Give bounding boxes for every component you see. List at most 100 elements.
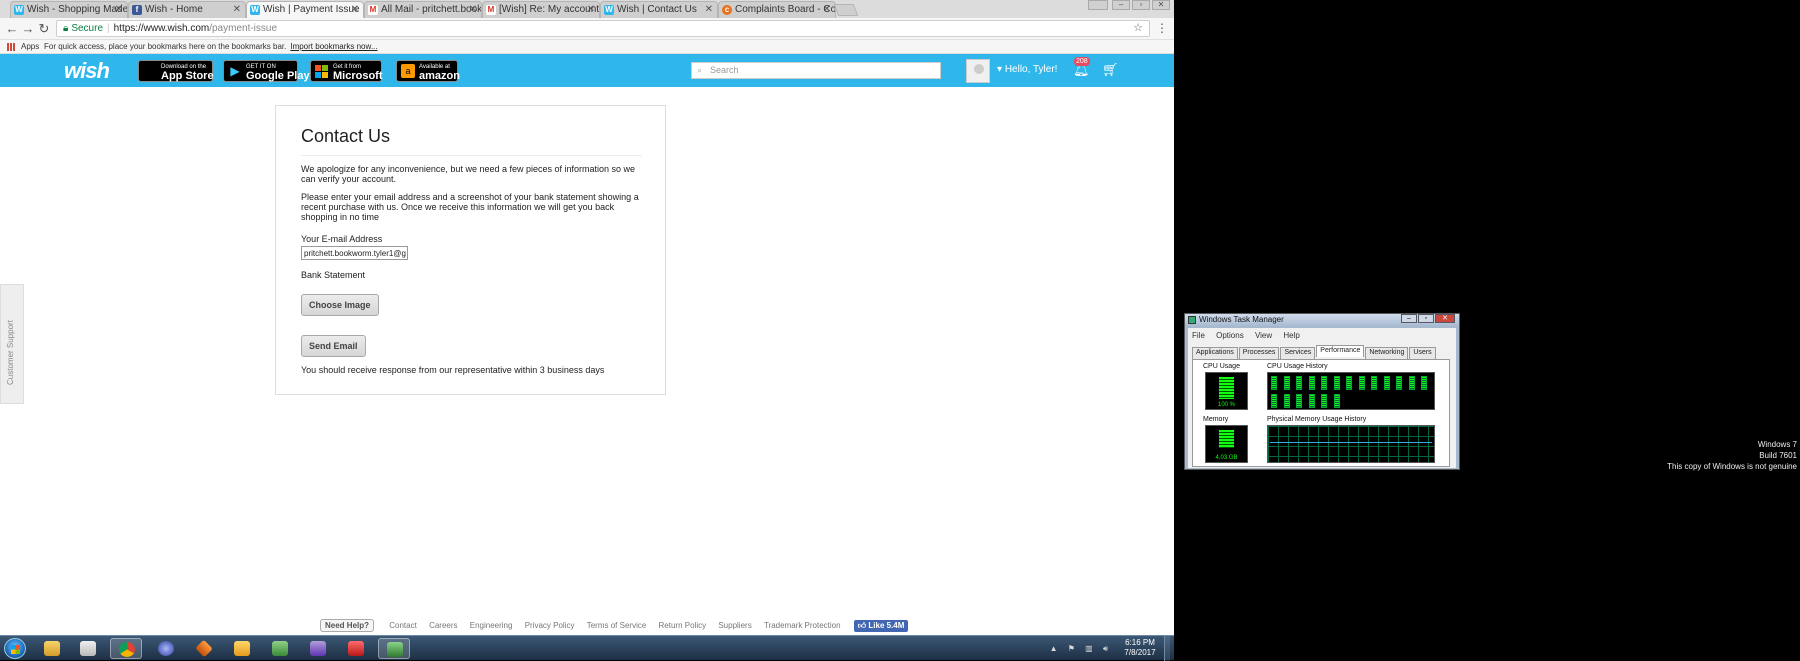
import-bookmarks-link[interactable]: Import bookmarks now... xyxy=(290,42,377,51)
cpu-history-label: CPU Usage History xyxy=(1267,363,1328,370)
menu-dots-icon[interactable]: ⋮ xyxy=(1156,21,1168,35)
tab-users[interactable]: Users xyxy=(1409,347,1436,359)
menu-file[interactable]: File xyxy=(1192,331,1205,340)
wish-logo[interactable]: wish xyxy=(64,58,110,84)
tab-networking[interactable]: Networking xyxy=(1365,347,1409,359)
taskbar-app-blue[interactable] xyxy=(150,638,182,659)
footer-link-return[interactable]: Return Policy xyxy=(659,621,707,630)
taskbar-explorer[interactable] xyxy=(36,638,68,659)
tray-icons[interactable]: ▲ ⚑ ▥ 🔊︎ xyxy=(1050,644,1112,654)
taskbar-task-manager[interactable] xyxy=(378,638,410,659)
maximize-icon[interactable]: ▫ xyxy=(1132,0,1150,10)
apps-link[interactable]: Apps xyxy=(21,40,39,53)
task-manager-window-controls: – ▫ ✕ xyxy=(1401,314,1455,323)
close-icon[interactable]: ✕ xyxy=(1435,314,1455,323)
minimize-icon[interactable]: – xyxy=(1401,314,1417,323)
menu-view[interactable]: View xyxy=(1255,331,1272,340)
avatar[interactable] xyxy=(966,59,990,83)
browser-toolbar: ← → ↻ 🔒︎ Secure | https://www.wish.com/paym… xyxy=(0,18,1174,40)
wish-icon: W xyxy=(14,5,24,15)
maximize-icon[interactable]: ▫ xyxy=(1418,314,1434,323)
apps-grid-icon[interactable] xyxy=(7,43,15,51)
taskbar-app-red[interactable] xyxy=(340,638,372,659)
footer-link-suppliers[interactable]: Suppliers xyxy=(718,621,751,630)
back-arrow-icon[interactable]: ← xyxy=(4,21,20,37)
close-icon[interactable]: ✕ xyxy=(469,2,477,17)
tab-title: Wish - Home xyxy=(145,4,203,15)
customer-support-tab[interactable]: Customer Support xyxy=(0,284,24,404)
taskbar-chrome[interactable] xyxy=(110,638,142,659)
send-email-button[interactable]: Send Email xyxy=(301,335,366,357)
close-icon[interactable]: ✕ xyxy=(705,2,713,17)
facebook-like-button[interactable]: 👍︎ Like 5.4M xyxy=(853,620,909,632)
close-icon[interactable]: ✕ xyxy=(233,2,241,17)
taskbar-app-map[interactable] xyxy=(264,638,296,659)
app-store-badge[interactable]: Download on the App Store xyxy=(138,60,214,82)
taskbar-store-app[interactable] xyxy=(72,638,104,659)
tab-wish-shopping[interactable]: W Wish - Shopping Made F ✕ xyxy=(10,1,128,18)
close-icon[interactable]: ✕ xyxy=(351,2,359,17)
choose-image-button[interactable]: Choose Image xyxy=(301,294,379,316)
forward-arrow-icon[interactable]: → xyxy=(20,21,36,37)
amazon-badge[interactable]: a Available at amazon xyxy=(396,60,460,82)
cpu-meter-bars xyxy=(1219,377,1234,399)
search-input[interactable]: ⌕ Search xyxy=(691,62,941,79)
close-icon[interactable]: ✕ xyxy=(1152,0,1170,10)
footer-link-terms[interactable]: Terms of Service xyxy=(587,621,647,630)
taskbar-app-orange[interactable] xyxy=(188,638,220,659)
user-greeting[interactable]: ▾ Hello, Tyler! xyxy=(997,64,1057,75)
tab-title: Wish | Payment Issue xyxy=(263,4,360,15)
footer-link-careers[interactable]: Careers xyxy=(429,621,457,630)
minimize-icon[interactable]: – xyxy=(1112,0,1130,10)
close-icon[interactable]: ✕ xyxy=(115,2,123,17)
footer-link-engineering[interactable]: Engineering xyxy=(470,621,513,630)
close-icon[interactable]: ✕ xyxy=(587,2,595,17)
email-label: Your E-mail Address xyxy=(301,234,383,244)
close-icon[interactable]: ✕ xyxy=(823,2,831,17)
tab-title: [Wish] Re: My account su xyxy=(499,4,600,15)
footer-link-trademark[interactable]: Trademark Protection xyxy=(764,621,841,630)
store-app-icon xyxy=(80,641,96,656)
menu-help[interactable]: Help xyxy=(1283,331,1299,340)
tab-wish-contact-us[interactable]: W Wish | Contact Us ✕ xyxy=(600,1,718,18)
cpu-usage-label: CPU Usage xyxy=(1203,363,1240,370)
memory-meter: 4.03 GB xyxy=(1205,425,1248,463)
taskbar-media-player[interactable] xyxy=(226,638,258,659)
cart-icon[interactable]: 🛒︎ xyxy=(1102,62,1119,78)
tab-processes[interactable]: Processes xyxy=(1238,347,1280,359)
tab-wish-re-account[interactable]: M [Wish] Re: My account su ✕ xyxy=(482,1,600,18)
tab-strip: W Wish - Shopping Made F ✕ f Wish - Home… xyxy=(0,0,1174,18)
footer-link-contact[interactable]: Contact xyxy=(389,621,417,630)
tab-wish-payment-issue[interactable]: W Wish | Payment Issue ✕ xyxy=(246,1,364,18)
new-tab-button[interactable] xyxy=(833,4,859,16)
show-desktop-button[interactable] xyxy=(1164,636,1170,661)
bookmark-star-icon[interactable]: ☆ xyxy=(1133,21,1143,36)
tab-services[interactable]: Services xyxy=(1280,347,1316,359)
task-manager-titlebar[interactable]: Windows Task Manager – ▫ ✕ xyxy=(1185,314,1459,326)
notification-badge: 208 xyxy=(1074,57,1090,66)
need-help-button[interactable]: Need Help? xyxy=(320,619,375,632)
footer-link-privacy[interactable]: Privacy Policy xyxy=(525,621,575,630)
instructions-text: Please enter your email address and a sc… xyxy=(301,192,639,222)
start-button[interactable] xyxy=(4,638,26,659)
menu-options[interactable]: Options xyxy=(1216,331,1244,340)
email-field[interactable] xyxy=(301,246,408,260)
tab-performance[interactable]: Performance xyxy=(1316,345,1365,357)
badge-big-text: App Store xyxy=(161,70,214,82)
taskbar-clock[interactable]: 6:16 PM 7/8/2017 xyxy=(1118,638,1162,658)
microsoft-badge[interactable]: Get it from Microsoft xyxy=(310,60,383,82)
profile-badge[interactable] xyxy=(1088,0,1108,10)
tab-all-mail[interactable]: M All Mail - pritchett.bookw ✕ xyxy=(364,1,482,18)
chrome-browser-window: W Wish - Shopping Made F ✕ f Wish - Home… xyxy=(0,0,1174,635)
play-icon: ▶ xyxy=(230,64,240,78)
google-play-badge[interactable]: ▶ GET IT ON Google Play xyxy=(223,60,310,82)
cpu-core-history-cell xyxy=(1396,376,1402,390)
tab-applications[interactable]: Applications xyxy=(1192,347,1238,359)
tab-title: Wish - Shopping Made F xyxy=(27,4,128,15)
taskbar-app-purple[interactable] xyxy=(302,638,334,659)
task-manager-tabs: Applications Processes Services Performa… xyxy=(1192,345,1437,359)
tab-wish-home[interactable]: f Wish - Home ✕ xyxy=(128,1,246,18)
reload-icon[interactable]: ↻ xyxy=(36,21,52,37)
tab-complaints-board[interactable]: c Complaints Board - Comp ✕ xyxy=(718,1,836,18)
address-bar[interactable]: 🔒︎ Secure | https://www.wish.com/payment-is… xyxy=(56,20,1150,37)
